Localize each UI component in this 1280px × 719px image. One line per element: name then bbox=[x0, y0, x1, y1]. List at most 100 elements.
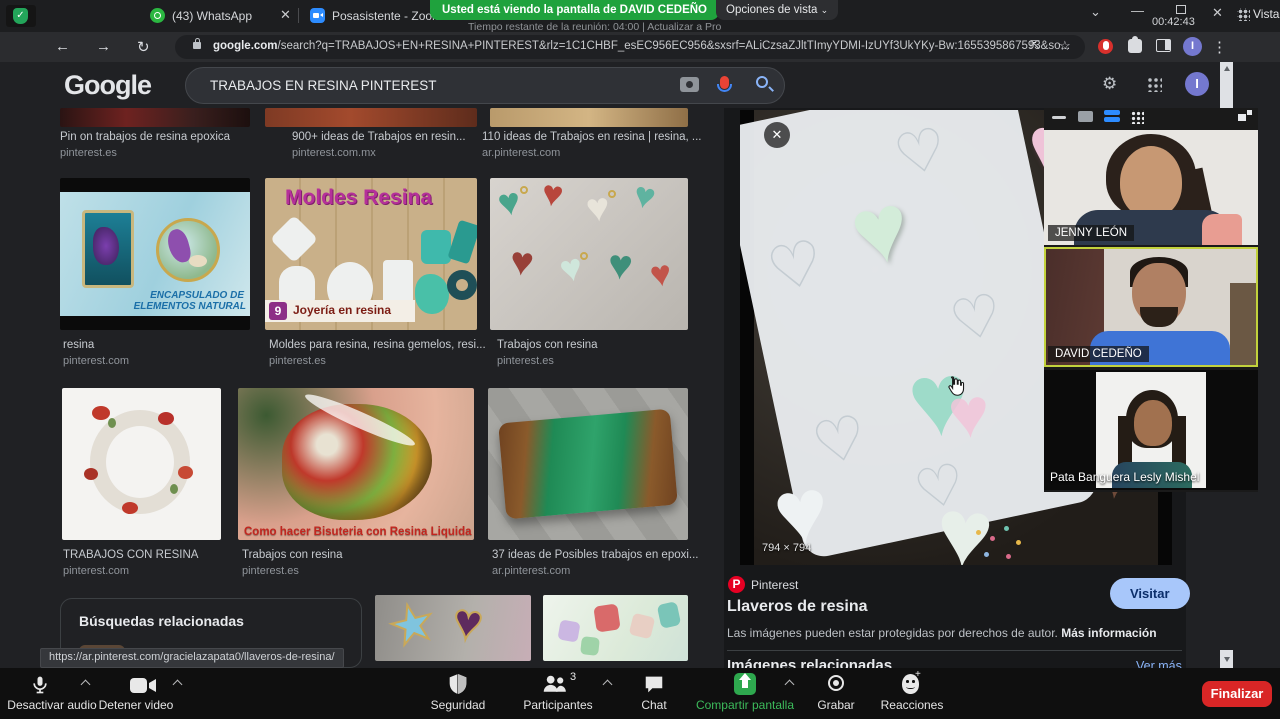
search-box[interactable]: TRABAJOS EN RESINA PINTEREST bbox=[185, 67, 785, 104]
heart-charm: ♥ bbox=[450, 595, 486, 649]
video-tile-david[interactable]: DAVID CEDEÑO bbox=[1044, 247, 1258, 367]
pendant-circle bbox=[156, 218, 220, 282]
result-thumb-partial[interactable] bbox=[490, 108, 688, 127]
share-screen-button[interactable] bbox=[734, 673, 756, 695]
panel-layout-icon[interactable] bbox=[1238, 110, 1252, 121]
result-domain: pinterest.es bbox=[497, 355, 554, 367]
result-thumb-partial[interactable] bbox=[60, 108, 250, 127]
forward-icon[interactable]: → bbox=[96, 38, 111, 55]
result-title[interactable]: 37 ideas de Posibles trabajos en epoxi..… bbox=[492, 549, 699, 561]
screen-share-banner: Usted está viendo la pantalla de DAVID C… bbox=[430, 0, 719, 20]
browser-profile-avatar[interactable]: I bbox=[1183, 37, 1202, 56]
restore-window-icon[interactable] bbox=[1176, 5, 1186, 14]
security-shield-icon[interactable]: ✓ bbox=[6, 5, 36, 27]
result-thumb-bisuteria[interactable]: Como hacer Bisuteria con Resina Liquida bbox=[238, 388, 474, 540]
result-thumb-partial-keychains[interactable]: ★ ♥ bbox=[375, 595, 531, 661]
result-title[interactable]: Pin on trabajos de resina epoxica bbox=[60, 131, 230, 143]
settings-gear-icon[interactable]: ⚙ bbox=[1102, 74, 1117, 94]
scrollbar-up-arrow[interactable] bbox=[1224, 66, 1230, 71]
plus-icon: + bbox=[915, 669, 921, 680]
sidepanel-icon[interactable] bbox=[1156, 39, 1171, 52]
more-info-link[interactable]: Más información bbox=[1061, 626, 1156, 640]
result-domain: ar.pinterest.com bbox=[482, 147, 560, 159]
result-thumb-partial[interactable] bbox=[265, 108, 477, 127]
scrollbar-down-arrow[interactable] bbox=[1224, 657, 1230, 662]
record-button[interactable] bbox=[828, 675, 844, 691]
face bbox=[1134, 400, 1172, 446]
view-gallery-icon[interactable] bbox=[1130, 110, 1144, 124]
page-scrollbar[interactable] bbox=[1220, 62, 1233, 108]
stop-video-button[interactable] bbox=[130, 677, 156, 694]
vista-label[interactable]: Vista bbox=[1253, 7, 1279, 21]
google-apps-grid-icon[interactable] bbox=[1146, 76, 1162, 92]
video-tile-jenny[interactable]: JENNY LEÓN bbox=[1044, 130, 1258, 245]
close-window-icon[interactable]: ✕ bbox=[1212, 5, 1223, 21]
result-thumb-bangle[interactable] bbox=[62, 388, 221, 540]
furniture bbox=[1230, 283, 1256, 367]
tab-whatsapp-label: (43) WhatsApp bbox=[172, 9, 252, 23]
panel-minimize-icon[interactable] bbox=[1052, 116, 1066, 119]
result-thumb-partial-pastel[interactable] bbox=[543, 595, 688, 661]
thumb-banner: 9 Joyería en resina bbox=[265, 300, 415, 322]
search-query[interactable]: TRABAJOS EN RESINA PINTEREST bbox=[210, 78, 437, 93]
bookmark-star-icon[interactable]: ☆ bbox=[1059, 38, 1071, 54]
result-title[interactable]: Moldes para resina, resina gemelos, resi… bbox=[269, 339, 486, 351]
chat-button[interactable] bbox=[644, 675, 664, 694]
resin-jewel bbox=[282, 404, 432, 520]
vista-grid-icon[interactable] bbox=[1237, 8, 1250, 21]
result-domain: pinterest.com.mx bbox=[292, 147, 376, 159]
google-profile-avatar[interactable]: I bbox=[1185, 72, 1209, 96]
preview-source[interactable]: Pinterest bbox=[751, 578, 798, 592]
result-thumb-moldes[interactable]: Moldes Resina 9 Joyería en resina bbox=[265, 178, 477, 330]
tab-whatsapp[interactable]: (43) WhatsApp bbox=[144, 4, 276, 28]
result-title[interactable]: 110 ideas de Trabajos en resina | resina… bbox=[482, 131, 702, 143]
result-thumb-encapsulado[interactable]: ENCAPSULADO DE ELEMENTOS NATURAL bbox=[60, 178, 250, 330]
star-charm: ★ bbox=[383, 595, 441, 656]
minimize-icon[interactable]: — bbox=[1131, 3, 1144, 18]
video-options-caret[interactable] bbox=[173, 680, 183, 690]
result-thumb-mesa-epoxi[interactable] bbox=[488, 388, 688, 540]
browser-menu-kebab-icon[interactable]: ⋮ bbox=[1212, 38, 1227, 56]
back-icon[interactable]: ← bbox=[55, 38, 70, 55]
tab-close-icon[interactable]: ✕ bbox=[280, 7, 291, 23]
result-title[interactable]: TRABAJOS CON RESINA bbox=[63, 549, 198, 561]
reload-icon[interactable]: ↻ bbox=[137, 38, 150, 56]
google-logo[interactable]: Google bbox=[64, 70, 151, 101]
image-size-label: 794 × 794 bbox=[762, 542, 811, 554]
result-title[interactable]: Trabajos con resina bbox=[242, 549, 343, 561]
url-host: google.com bbox=[213, 40, 278, 52]
end-meeting-button[interactable]: Finalizar bbox=[1202, 681, 1272, 707]
view-options-button[interactable]: Opciones de vista ⌄ bbox=[716, 0, 838, 20]
status-bar-link: https://ar.pinterest.com/gracielazapata0… bbox=[40, 648, 344, 668]
voice-search-mic-icon[interactable] bbox=[720, 76, 729, 89]
result-title[interactable]: Trabajos con resina bbox=[497, 339, 598, 351]
search-magnifier-icon[interactable] bbox=[756, 76, 768, 88]
view-strip-icon[interactable] bbox=[1104, 110, 1120, 122]
participants-button[interactable]: 3 bbox=[542, 674, 568, 694]
recording-extension-icon[interactable] bbox=[1098, 39, 1113, 54]
mute-button[interactable] bbox=[30, 675, 50, 695]
view-speaker-icon[interactable] bbox=[1078, 111, 1093, 122]
reactions-button[interactable]: + bbox=[902, 674, 919, 694]
security-button[interactable] bbox=[448, 673, 468, 695]
result-title[interactable]: 900+ ideas de Trabajos en resin... bbox=[292, 131, 466, 143]
video-tile-pata[interactable]: Pata Banguera Lesly Mishel bbox=[1044, 370, 1258, 490]
result-title[interactable]: resina bbox=[63, 339, 94, 351]
mute-options-caret[interactable] bbox=[81, 680, 91, 690]
result-thumb-hearts[interactable]: ♥ ♥ ♥ ♥ ♥ ♥ ♥ ♥ bbox=[490, 178, 688, 330]
result-domain: pinterest.es bbox=[269, 355, 326, 367]
extensions-puzzle-icon[interactable] bbox=[1128, 39, 1142, 53]
participants-options-caret[interactable] bbox=[603, 680, 613, 690]
address-bar[interactable]: google.com/search?q=TRABAJOS+EN+RESINA+P… bbox=[175, 35, 1085, 59]
beard bbox=[1140, 307, 1178, 327]
close-preview-icon[interactable]: ✕ bbox=[764, 122, 790, 148]
page-scrollbar-bottom[interactable] bbox=[1220, 650, 1233, 668]
preview-title[interactable]: Llaveros de resina bbox=[727, 598, 868, 616]
visit-button[interactable]: Visitar bbox=[1110, 578, 1190, 609]
mouse-cursor bbox=[944, 374, 966, 400]
image-search-camera-icon[interactable] bbox=[680, 77, 699, 92]
zoom-app-icon bbox=[310, 8, 325, 23]
share-page-icon[interactable]: ⇱ bbox=[1030, 38, 1040, 52]
chevron-down-icon[interactable]: ⌄ bbox=[1090, 4, 1101, 20]
share-options-caret[interactable] bbox=[785, 680, 795, 690]
